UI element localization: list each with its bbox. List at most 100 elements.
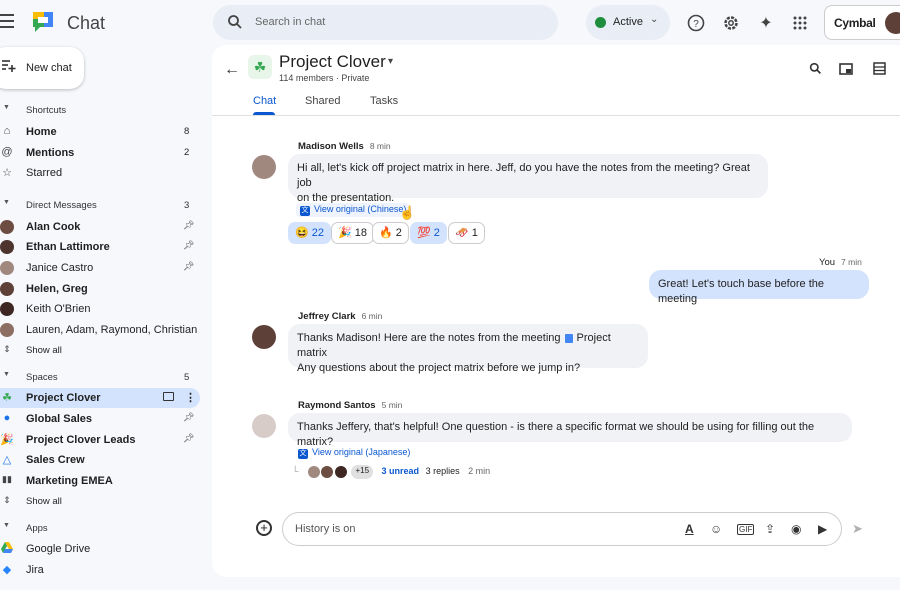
spaces-show-all[interactable]: ⇕ Show all	[0, 492, 200, 512]
dm-helen-greg[interactable]: Helen, Greg	[0, 279, 200, 299]
settings-gear-icon[interactable]	[721, 13, 741, 33]
reaction-count: 1	[471, 227, 478, 239]
gemini-sparkle-icon[interactable]: ✦	[756, 13, 776, 33]
shortcut-label: Mentions	[26, 147, 75, 159]
more-participants-badge: +15	[351, 465, 374, 479]
tab-shared[interactable]: Shared	[305, 95, 340, 107]
main-menu-icon[interactable]	[0, 14, 16, 28]
reaction-emoji: 🎉	[338, 227, 352, 239]
add-attachment-icon[interactable]: +	[256, 520, 272, 536]
message-bubble[interactable]: Thanks Madison! Here are the notes from …	[288, 324, 648, 374]
view-original-label: View original (Chinese)	[314, 204, 407, 214]
chevron-down-icon: ⌄	[650, 14, 659, 25]
direct-messages-header[interactable]: ▼ Direct Messages 3	[0, 198, 200, 214]
translate-icon: 文	[298, 449, 308, 459]
dm-label: Lauren, Adam, Raymond, Christian	[26, 324, 198, 336]
dm-keith-obrien[interactable]: Keith O'Brien	[0, 299, 200, 319]
dm-show-all[interactable]: ⇕ Show all	[0, 341, 200, 361]
search-bar[interactable]: Search in chat	[213, 5, 558, 40]
message-time: 6 min	[361, 311, 383, 321]
spaces-count: 5	[184, 372, 190, 383]
help-icon[interactable]: ?	[686, 13, 706, 33]
pop-out-icon[interactable]	[839, 62, 853, 78]
status-selector[interactable]: Active ⌄	[586, 5, 670, 40]
space-sales-crew[interactable]: △ Sales Crew	[0, 450, 200, 470]
account-avatar	[885, 12, 900, 34]
dm-label: Direct Messages	[26, 200, 97, 211]
space-project-clover-leads[interactable]: 🎉 Project Clover Leads 📌︎	[0, 430, 200, 450]
dm-group[interactable]: Lauren, Adam, Raymond, Christian	[0, 320, 200, 340]
message-bubble[interactable]: Hi all, let's kick off project matrix in…	[288, 154, 768, 204]
message-text-line: Thanks Madison! Here are the notes from …	[297, 331, 639, 361]
reaction-chip[interactable]: 🔥 2	[372, 222, 409, 244]
reaction-count: 22	[311, 227, 325, 239]
spaces-header[interactable]: ▼ Spaces 5	[0, 370, 200, 386]
search-icon	[227, 14, 243, 33]
message-bubble[interactable]: Great! Let's touch base before the meeti…	[649, 270, 869, 305]
sender-name: Madison Wells	[298, 141, 364, 152]
space-global-sales[interactable]: ● Global Sales 📌︎	[0, 409, 200, 429]
reaction-chip[interactable]: 😆 22	[288, 222, 332, 244]
view-original-link[interactable]: 文 View original (Chinese)	[296, 203, 411, 217]
dm-alan-cook[interactable]: Alan Cook 📌︎	[0, 217, 200, 237]
avatar[interactable]	[252, 325, 276, 349]
send-icon[interactable]: ➤	[852, 521, 863, 537]
new-chat-button[interactable]: New chat	[0, 47, 84, 89]
thread-panel-icon[interactable]	[873, 62, 886, 78]
open-in-window-icon[interactable]	[163, 392, 174, 401]
shortcut-mentions[interactable]: @ Mentions 2	[0, 143, 200, 163]
message-time: 8 min	[369, 141, 391, 151]
avatar	[320, 465, 335, 479]
tab-tasks[interactable]: Tasks	[370, 95, 398, 107]
unread-count: 2	[184, 147, 190, 158]
apps-header[interactable]: ▼ Apps	[0, 521, 200, 537]
view-original-link[interactable]: 文 View original (Japanese)	[298, 447, 410, 459]
app-google-drive[interactable]: Google Drive	[0, 539, 200, 559]
spaces-label: Spaces	[26, 372, 58, 383]
more-vert-icon[interactable]: ⋮	[185, 391, 196, 404]
reaction-chip[interactable]: 🎉 18	[331, 222, 375, 244]
text-format-icon[interactable]: A	[685, 522, 694, 536]
search-icon[interactable]	[809, 62, 822, 78]
shortcut-home[interactable]: ⌂ Home 8	[0, 122, 200, 142]
tab-chat[interactable]: Chat	[253, 95, 276, 107]
message-bubble[interactable]: Thanks Jeffery, that's helpful! One ques…	[288, 413, 852, 448]
brand-logo: Cymbal	[834, 16, 876, 30]
space-project-clover[interactable]: ☘ Project Clover ⋮	[0, 388, 200, 408]
account-brand-button[interactable]: Cymbal	[824, 5, 900, 40]
dm-label: Keith O'Brien	[26, 303, 91, 315]
record-icon[interactable]: ◉	[791, 522, 801, 536]
sender-name: Jeffrey Clark	[298, 311, 356, 322]
space-marketing-emea[interactable]: ▮▮ Marketing EMEA	[0, 471, 200, 491]
shortcuts-header[interactable]: ▼ Shortcuts	[0, 103, 200, 119]
upload-icon[interactable]: ⇪	[765, 522, 775, 536]
reaction-chip[interactable]: 💯 2	[410, 222, 447, 244]
emoji-icon[interactable]: ☺	[710, 522, 722, 536]
show-all-label: Show all	[26, 345, 62, 356]
gif-icon[interactable]: GIF	[737, 524, 755, 535]
message-composer[interactable]: History is on A ☺ GIF ⇪ ◉ ▶	[282, 512, 842, 546]
back-arrow-icon[interactable]: ←	[224, 61, 240, 79]
dm-ethan-lattimore[interactable]: Ethan Lattimore 📌︎	[0, 237, 200, 257]
avatar[interactable]	[252, 414, 276, 438]
app-title: Chat	[67, 13, 106, 33]
space-title[interactable]: Project Clover	[279, 52, 386, 72]
mouse-pointer-icon: ☝	[399, 205, 416, 220]
video-meeting-icon[interactable]: ▶	[818, 522, 827, 536]
sender-name: Raymond Santos	[298, 400, 376, 411]
chevron-down-icon[interactable]: ▾	[388, 56, 393, 67]
avatar[interactable]	[252, 155, 276, 179]
at-icon: @	[1, 146, 13, 158]
shortcut-starred[interactable]: ☆ Starred	[0, 163, 200, 183]
message-time: 5 min	[381, 400, 403, 410]
search-input[interactable]: Search in chat	[255, 16, 325, 28]
top-bar: Chat Search in chat Active ⌄ ? ✦ Cymbal	[0, 0, 900, 46]
status-label: Active	[613, 16, 643, 28]
dm-janice-castro[interactable]: Janice Castro 📌︎	[0, 258, 200, 278]
message-input[interactable]: History is on	[295, 523, 356, 535]
app-jira[interactable]: ◆ Jira	[0, 560, 200, 580]
avatar	[0, 220, 14, 234]
reaction-chip[interactable]: 🛷 1	[448, 222, 485, 244]
apps-grid-icon[interactable]	[790, 13, 810, 33]
thread-summary[interactable]: └ +15 3 unread 3 replies 2 min	[292, 465, 490, 479]
